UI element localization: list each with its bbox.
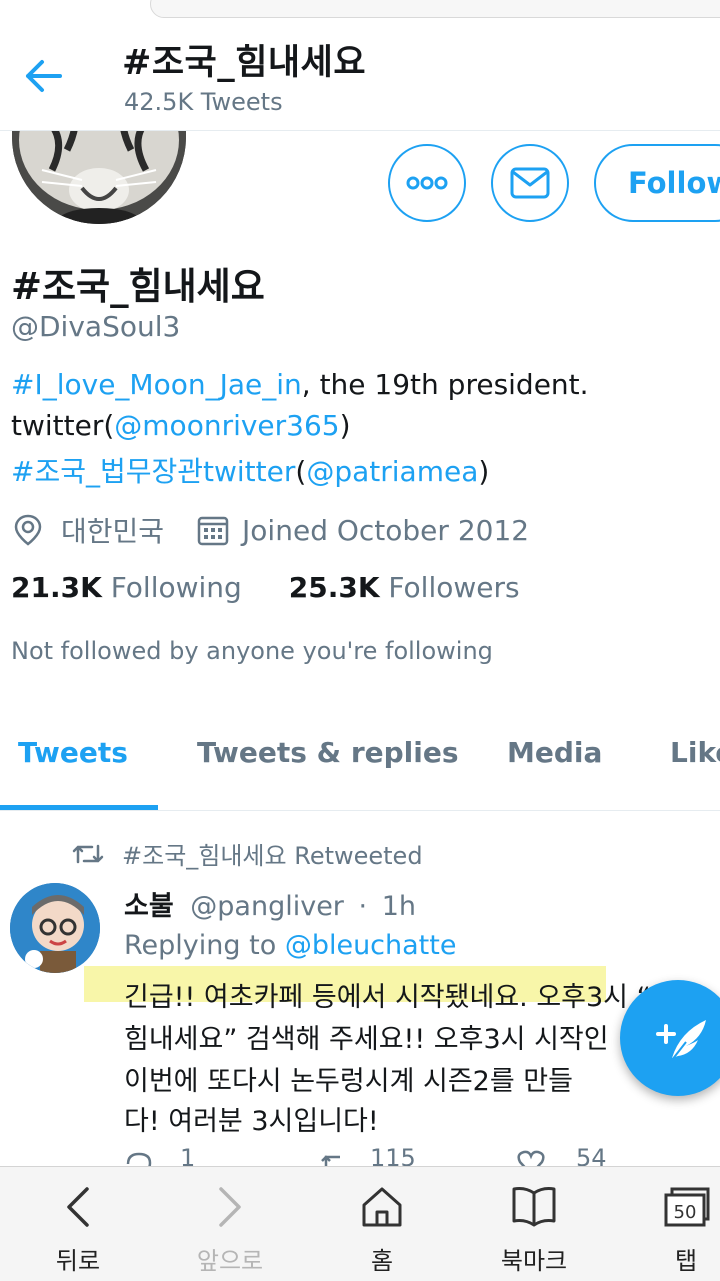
active-tab-indicator	[0, 805, 158, 810]
following-label: Following	[110, 571, 242, 604]
header-tweet-count: 42.5K Tweets	[124, 88, 283, 116]
nav-home[interactable]: 홈	[310, 1167, 454, 1281]
replying-to-line: Replying to @bleuchatte	[124, 930, 456, 961]
tweet-text-line: 다! 여러분 3시입니다!	[124, 1106, 379, 1137]
more-options-button[interactable]	[388, 144, 466, 222]
retweeted-by-text[interactable]: #조국_힘내세요 Retweeted	[122, 836, 423, 871]
browser-bottom-nav: 뒤로 앞으로 홈 북마크 50 탭	[0, 1166, 720, 1281]
profile-tabs: Tweets Tweets & replies Media Likes	[0, 712, 720, 811]
tab-likes[interactable]: Likes	[670, 736, 720, 769]
tweet-time[interactable]: 1h	[382, 891, 416, 922]
bio-text: )	[478, 455, 490, 488]
nav-tabs-label: 탭	[674, 1247, 698, 1275]
retweet-context: #조국_힘내세요 Retweeted	[72, 836, 423, 871]
bio-line-1: #I_love_Moon_Jae_in, the 19th president.	[11, 368, 589, 401]
cartoon-avatar-image	[10, 883, 100, 973]
tweet-text-line: 이번에 또다시 논두렁시계 시즌2를 만들	[124, 1066, 573, 1097]
joined-date-text: Joined October 2012	[242, 513, 530, 547]
compose-tweet-button[interactable]	[620, 980, 720, 1096]
tweet-header: 소불 @pangliver · 1h	[124, 884, 416, 923]
follow-counts: 21.3K Following 25.3K Followers	[11, 571, 520, 604]
bio-text: )	[339, 409, 351, 442]
bio-line-3: #조국_법무장관twitter(@patriamea)	[11, 450, 489, 490]
tab-tweets-and-replies[interactable]: Tweets & replies	[197, 736, 459, 769]
nav-forward-label: 앞으로	[196, 1247, 264, 1275]
location-pin-icon	[11, 513, 45, 547]
tweet-separator: ·	[358, 891, 368, 922]
back-icon	[67, 1187, 89, 1227]
bio-text: twitter(	[11, 409, 115, 442]
tab-media[interactable]: Media	[507, 736, 602, 769]
home-icon	[362, 1187, 402, 1227]
calendar-icon	[196, 513, 230, 547]
tweet-text-line: 힘내세요” 검색해 주세요!! 오후3시 시작인	[124, 1024, 609, 1055]
bookmark-icon	[512, 1187, 556, 1227]
bio-hashtag-link[interactable]: #I_love_Moon_Jae_in	[11, 368, 302, 401]
message-button[interactable]	[491, 144, 569, 222]
following-count: 21.3K	[11, 571, 102, 604]
nav-back[interactable]: 뒤로	[6, 1167, 150, 1281]
tab-count-badge: 50	[674, 1202, 697, 1223]
arrow-left-icon	[26, 60, 62, 92]
profile-name: #조국_힘내세요	[11, 265, 265, 308]
followers-label: Followers	[388, 571, 520, 604]
location-text: 대한민국	[61, 515, 165, 548]
follow-button[interactable]: Follow	[594, 144, 720, 222]
bio-hashtag-link[interactable]: #조국_법무장관twitter	[11, 455, 295, 488]
tab-tweets[interactable]: Tweets	[18, 736, 128, 769]
profile-meta-row: 대한민국 Joined October 2012	[11, 508, 529, 552]
followers-link[interactable]: 25.3K Followers	[289, 571, 520, 604]
bio-mention-link[interactable]: @patriamea	[306, 455, 478, 488]
nav-tabs[interactable]: 50 탭	[614, 1167, 720, 1281]
tweet-author-name[interactable]: 소불	[124, 891, 174, 922]
header-title: #조국_힘내세요	[122, 43, 367, 83]
bio-text: (	[295, 455, 307, 488]
replying-to-link[interactable]: @bleuchatte	[285, 930, 457, 961]
compose-feather-icon	[656, 1020, 706, 1061]
forward-icon	[219, 1187, 241, 1227]
browser-top-edge	[0, 0, 720, 23]
bio-text: , the 19th president.	[301, 368, 589, 401]
more-dots-icon	[406, 176, 448, 190]
tweet-text-line: 긴급!! 여초카페 등에서 시작됐네요. 오후3시 “조	[124, 982, 676, 1013]
back-arrow-button[interactable]	[22, 56, 66, 96]
nav-bookmark-label: 북마크	[500, 1247, 568, 1275]
tweet-author-avatar[interactable]	[10, 883, 100, 973]
nav-forward: 앞으로	[158, 1167, 302, 1281]
profile-header: #조국_힘내세요 42.5K Tweets	[0, 22, 720, 131]
nav-home-label: 홈	[370, 1247, 394, 1275]
retweet-icon	[72, 844, 104, 863]
following-link[interactable]: 21.3K Following	[11, 571, 242, 604]
profile-handle: @DivaSoul3	[11, 310, 181, 343]
followers-count: 25.3K	[288, 571, 380, 604]
envelope-icon	[510, 167, 550, 199]
bio-line-2: twitter(@moonriver365)	[11, 409, 351, 442]
replying-to-label: Replying to	[124, 930, 285, 961]
not-followed-notice: Not followed by anyone you're following	[11, 637, 493, 665]
nav-bookmark[interactable]: 북마크	[462, 1167, 606, 1281]
tweet-author-handle[interactable]: @pangliver	[190, 891, 344, 922]
nav-back-label: 뒤로	[55, 1247, 101, 1275]
tabs-icon: 50	[664, 1187, 710, 1227]
bio-mention-link[interactable]: @moonriver365	[114, 409, 339, 442]
